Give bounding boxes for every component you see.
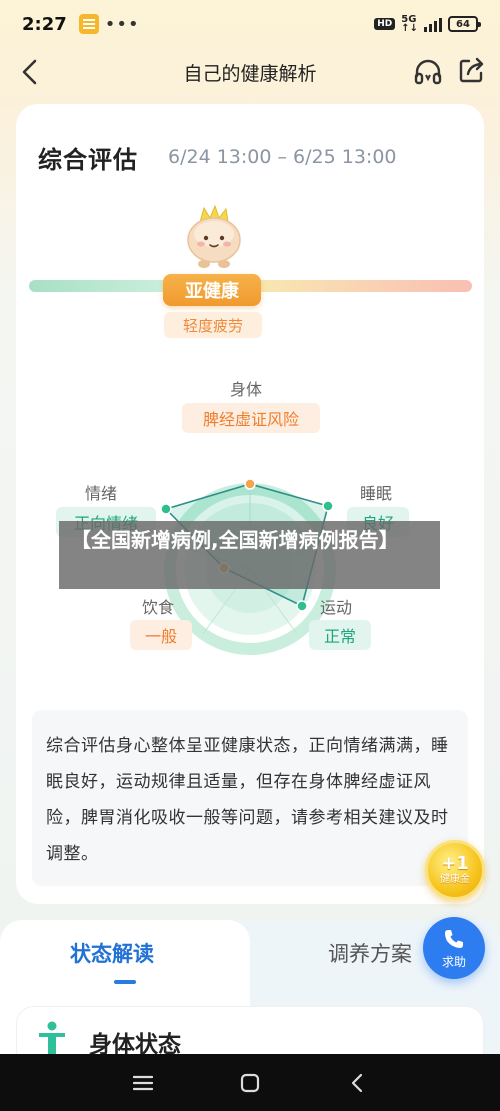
menu-button[interactable] bbox=[123, 1063, 163, 1103]
chevron-left-icon bbox=[22, 59, 37, 85]
assessment-card: 综合评估 6/24 13:00 – 6/25 13:00 亚健康 轻度疲劳 身体… bbox=[16, 104, 484, 904]
app-notification-icon bbox=[78, 14, 99, 34]
listen-button[interactable] bbox=[412, 56, 444, 88]
back-triangle-icon bbox=[351, 1073, 362, 1092]
bonus-label: 健康金 bbox=[440, 873, 470, 885]
person-icon bbox=[39, 1021, 65, 1056]
tab-care-plan[interactable]: 调养方案 bbox=[328, 938, 412, 968]
assessment-title: 综合评估 bbox=[38, 146, 138, 174]
radar-point-mood bbox=[160, 503, 172, 515]
help-button[interactable]: 求助 bbox=[423, 917, 485, 979]
help-label: 求助 bbox=[441, 954, 466, 969]
nav-bar: 自己的健康解析 bbox=[0, 48, 500, 96]
network-arrows-icon: ↑↓ bbox=[401, 23, 418, 34]
dimension-value-exercise: 正常 bbox=[309, 620, 371, 650]
dimension-label-mood: 情绪 bbox=[85, 484, 118, 503]
tab-status-reading[interactable]: 状态解读 bbox=[70, 938, 154, 968]
share-button[interactable] bbox=[456, 54, 488, 86]
assessment-date-range: 6/24 13:00 – 6/25 13:00 bbox=[168, 146, 397, 168]
fatigue-tag: 轻度疲劳 bbox=[164, 312, 262, 338]
back-button[interactable] bbox=[12, 54, 48, 90]
signal-icon bbox=[424, 16, 442, 32]
dimension-label-diet: 饮食 bbox=[142, 598, 175, 617]
status-time: 2:27 bbox=[22, 13, 67, 35]
system-back-button[interactable] bbox=[337, 1063, 377, 1103]
dimension-label-body: 身体 bbox=[230, 380, 263, 399]
home-button[interactable] bbox=[230, 1063, 270, 1103]
dimension-value-body: 脾经虚证风险 bbox=[182, 403, 320, 433]
status-indicators: HD 5G ↑↓ 64 bbox=[374, 15, 481, 34]
menu-icon bbox=[133, 1075, 154, 1090]
home-icon bbox=[240, 1073, 260, 1092]
page-title: 自己的健康解析 bbox=[183, 62, 317, 85]
hd-icon: HD bbox=[374, 18, 396, 30]
system-navigation-bar bbox=[0, 1054, 500, 1111]
bonus-amount: +1 bbox=[441, 852, 469, 874]
phone-icon bbox=[445, 929, 463, 948]
battery-icon: 64 bbox=[448, 16, 481, 32]
assessment-summary: 综合评估身心整体呈亚健康状态，正向情绪满满，睡眠良好，运动规律且适量，但存在身体… bbox=[32, 710, 468, 886]
radar-point-sleep bbox=[322, 500, 334, 512]
mascot-icon bbox=[187, 204, 241, 268]
share-icon bbox=[459, 57, 484, 83]
dimension-label-sleep: 睡眠 bbox=[360, 484, 393, 503]
more-notifications-icon: ••• bbox=[104, 13, 140, 35]
news-overlay-banner: 【全国新增病例,全国新增病例报告】 bbox=[59, 521, 440, 589]
active-tab-indicator bbox=[114, 980, 136, 984]
health-coin-bonus-button[interactable]: +1 健康金 bbox=[425, 840, 485, 900]
dimension-value-diet: 一般 bbox=[130, 620, 192, 650]
dimension-label-exercise: 运动 bbox=[320, 598, 353, 617]
network-type-icon: 5G ↑↓ bbox=[401, 15, 418, 34]
radar-point-body bbox=[244, 478, 256, 490]
radar-point-exercise bbox=[296, 600, 308, 612]
status-bar: 2:27 ••• HD 5G ↑↓ 64 bbox=[0, 0, 500, 48]
health-status-badge: 亚健康 bbox=[163, 274, 261, 306]
headphones-icon bbox=[414, 59, 442, 85]
